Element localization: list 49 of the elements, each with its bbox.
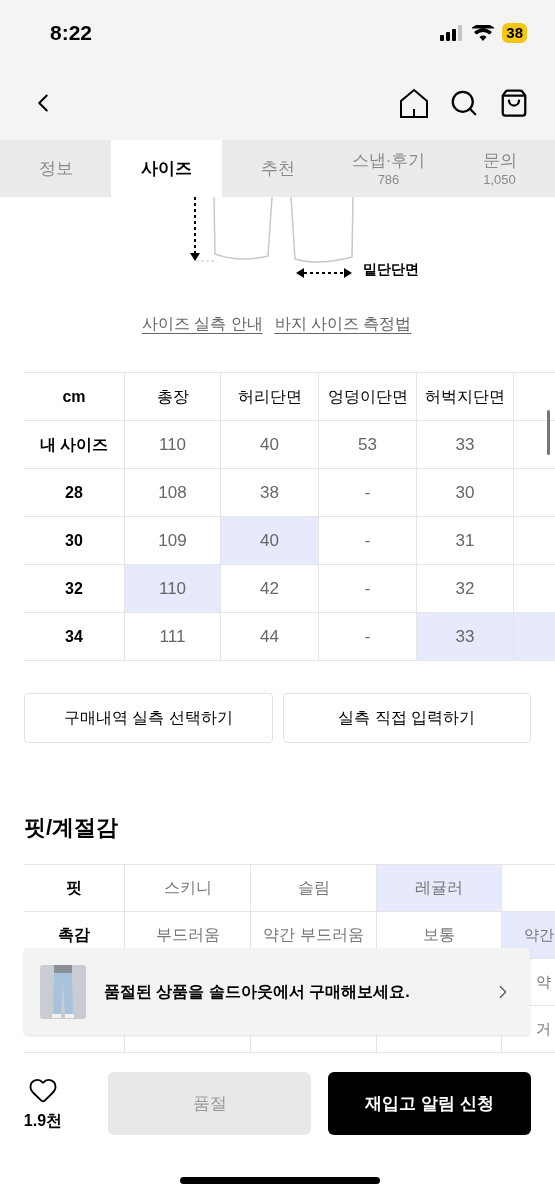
table-cell: 33 [417, 421, 514, 468]
column-header: 엉덩이단면 [319, 373, 417, 420]
like-count: 1.9천 [23, 1111, 63, 1131]
guide-link[interactable]: 사이즈 실측 안내 [141, 312, 263, 336]
size-option-button[interactable]: 구매내역 실측 선택하기 [24, 693, 273, 743]
table-cell: 53 [319, 421, 417, 468]
row-header: 28 [24, 469, 125, 516]
column-header: 총장 [125, 373, 221, 420]
table-cell: - [319, 469, 417, 516]
table-cell: 108 [125, 469, 221, 516]
table-cell: 31 [417, 517, 514, 564]
table-cell: 38 [221, 469, 319, 516]
size-option-button[interactable]: 실측 직접 입력하기 [282, 693, 531, 743]
row-header: 30 [24, 517, 125, 564]
row-header: 내 사이즈 [24, 421, 125, 468]
table-cell: 44 [221, 613, 319, 660]
table-cell: 32 [417, 565, 514, 612]
battery-level: 38 [502, 23, 527, 43]
column-header: 허리단면 [221, 373, 319, 420]
table-cell: 110 [125, 565, 221, 612]
diagram-label: 밑단단면 [363, 260, 419, 279]
banner-text: 품절된 상품을 솔드아웃에서 구매해보세요. [104, 981, 411, 1002]
promo-banner[interactable]: 품절된 상품을 솔드아웃에서 구매해보세요. [24, 948, 530, 1035]
section-title: 핏/계절감 [24, 814, 120, 842]
table-cell: 33 [417, 613, 514, 660]
table-cell: 레귤러 [377, 865, 502, 911]
table-cell: - [319, 565, 417, 612]
home-icon[interactable] [399, 88, 429, 118]
table-cell: - [319, 517, 417, 564]
table-cell: 42 [221, 565, 319, 612]
wifi-icon [472, 25, 495, 41]
restock-alert-button[interactable]: 재입고 알림 신청 [328, 1072, 531, 1135]
table-cell: 110 [125, 421, 221, 468]
table-cell: 40 [221, 517, 319, 564]
table-cell: 40 [221, 421, 319, 468]
table-cell: 30 [417, 469, 514, 516]
search-icon[interactable] [449, 88, 479, 118]
shopping-bag-icon[interactable] [499, 88, 529, 118]
table-cell: 111 [125, 613, 221, 660]
signal-icon [440, 25, 465, 41]
status-time: 8:22 [50, 20, 93, 47]
row-header: 핏 [24, 865, 125, 911]
table-cell: 스키니 [125, 865, 251, 911]
scrollbar [547, 410, 550, 455]
guide-link[interactable]: 바지 사이즈 측정법 [274, 312, 412, 336]
tab[interactable]: 사이즈 [111, 140, 222, 197]
row-header: 34 [24, 613, 125, 660]
column-header: 허벅지단면 [417, 373, 514, 420]
corner-header: cm [24, 373, 125, 420]
